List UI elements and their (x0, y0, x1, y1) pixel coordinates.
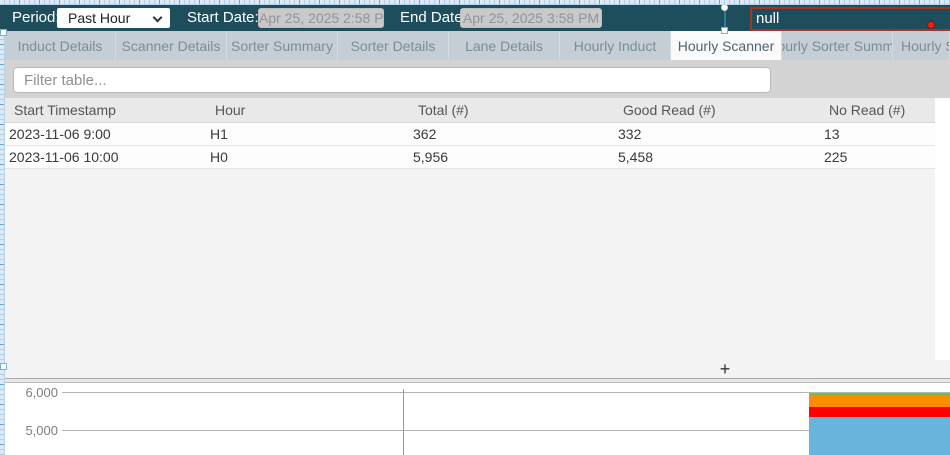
cell-hour: H0 (210, 149, 413, 165)
table-row[interactable]: 2023-11-06 10:00 H0 5,956 5,458 225 (5, 146, 935, 169)
tab-bar: Induct Details Scanner Details Sorter Su… (5, 31, 950, 60)
table-row[interactable]: 2023-11-06 9:00 H1 362 332 13 (5, 123, 935, 146)
resize-handle-bottom-left[interactable] (0, 363, 7, 370)
null-text-field[interactable]: null (750, 7, 950, 31)
resize-handle-top-left[interactable] (0, 29, 7, 36)
cell-total: 5,956 (413, 149, 618, 165)
end-date-input[interactable]: Apr 25, 2025 3:58 PM (460, 8, 602, 28)
bar-segment-red (809, 407, 950, 417)
bar-segment-blue (809, 417, 950, 455)
tab-label: Induct Details (18, 38, 103, 54)
design-canvas: Period: Past Hour Start Date: Apr 25, 20… (0, 0, 950, 455)
bar-segment-orange (809, 396, 950, 407)
rotation-handle-line (724, 8, 726, 29)
cell-total: 362 (413, 126, 618, 142)
start-date-input[interactable]: Apr 25, 2025 2:58 PM (258, 8, 384, 28)
filter-bar (5, 60, 950, 98)
cell-hour: H1 (210, 126, 413, 142)
tab-label: Hourly Sort (901, 38, 950, 54)
end-date-label: End Date: (400, 5, 467, 31)
tab-label: Sorter Details (351, 38, 436, 54)
tab-lane-details[interactable]: Lane Details (449, 31, 560, 60)
tab-label: Lane Details (465, 38, 543, 54)
tab-label: Hourly Scanner (678, 38, 775, 54)
tab-sorter-summary[interactable]: Sorter Summary (227, 31, 338, 60)
rotation-handle[interactable] (721, 4, 728, 11)
stacked-bar-h0[interactable] (809, 393, 950, 455)
scrollbar-track[interactable] (935, 98, 950, 360)
period-selected-value: Past Hour (68, 10, 130, 26)
cell-start-timestamp: 2023-11-06 9:00 (5, 126, 210, 142)
tab-scanner-details[interactable]: Scanner Details (116, 31, 227, 60)
resize-handle-top-center[interactable] (721, 27, 728, 34)
column-header-start-timestamp[interactable]: Start Timestamp (5, 102, 210, 118)
cell-no-read: 225 (824, 149, 935, 165)
toolbar: Period: Past Hour Start Date: Apr 25, 20… (0, 5, 950, 31)
cell-no-read: 13 (824, 126, 935, 142)
tab-label: Hourly Sorter Summar (782, 38, 893, 54)
tab-sorter-details[interactable]: Sorter Details (338, 31, 449, 60)
chevron-down-icon (153, 13, 163, 23)
start-date-label: Start Date: (187, 5, 259, 31)
column-header-no-read[interactable]: No Read (#) (824, 102, 935, 118)
stacked-bar-chart: 6,000 5,000 (5, 383, 950, 455)
tab-hourly-sorter-summary[interactable]: Hourly Sorter Summar (782, 31, 893, 60)
cell-good-read: 5,458 (618, 149, 824, 165)
tab-induct-details[interactable]: Induct Details (5, 31, 116, 60)
cell-start-timestamp: 2023-11-06 10:00 (5, 149, 210, 165)
tab-hourly-induct[interactable]: Hourly Induct (560, 31, 671, 60)
add-button[interactable]: + (714, 360, 736, 378)
filter-table-input[interactable] (13, 67, 771, 93)
column-header-total[interactable]: Total (#) (413, 102, 618, 118)
table-header-row: Start Timestamp Hour Total (#) Good Read… (5, 98, 935, 123)
tab-label: Sorter Summary (231, 38, 333, 54)
period-select[interactable]: Past Hour (57, 8, 170, 28)
column-header-hour[interactable]: Hour (210, 102, 413, 118)
tab-label: Hourly Induct (574, 38, 656, 54)
y-axis-tick-6000: 6,000 (5, 385, 58, 400)
tab-label: Scanner Details (122, 38, 221, 54)
tab-hourly-scanner[interactable]: Hourly Scanner (671, 31, 782, 60)
cell-good-read: 332 (618, 126, 824, 142)
red-dot-indicator (927, 21, 935, 29)
column-header-good-read[interactable]: Good Read (#) (618, 102, 824, 118)
tab-hourly-sorter[interactable]: Hourly Sort (893, 31, 950, 60)
period-label: Period: (12, 5, 60, 31)
category-separator-line (403, 389, 404, 455)
y-axis-tick-5000: 5,000 (5, 423, 58, 438)
